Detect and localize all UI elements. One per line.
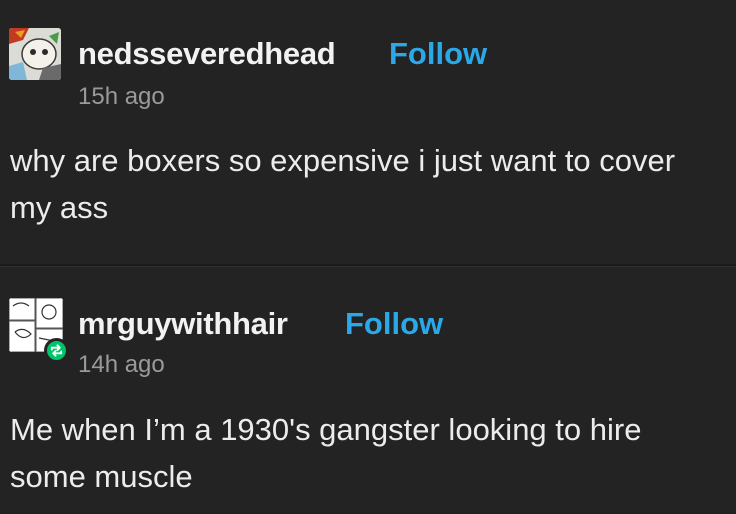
username[interactable]: mrguywithhair [78, 306, 288, 342]
post-timestamp: 15h ago [78, 83, 165, 110]
post: mrguywithhair Follow 14h ago Me when I’m… [0, 265, 736, 514]
avatar-image [9, 28, 61, 80]
post-timestamp: 14h ago [78, 351, 165, 378]
username[interactable]: nedsseveredhead [78, 36, 336, 72]
post-body: Me when I’m a 1930's gangster looking to… [10, 412, 642, 494]
post-body: why are boxers so expensive i just want … [10, 143, 676, 225]
avatar[interactable] [9, 28, 61, 80]
follow-button[interactable]: Follow [389, 36, 487, 72]
reblog-icon [44, 338, 69, 363]
follow-button[interactable]: Follow [345, 306, 443, 342]
post: nedsseveredhead Follow 15h ago why are b… [0, 0, 736, 265]
